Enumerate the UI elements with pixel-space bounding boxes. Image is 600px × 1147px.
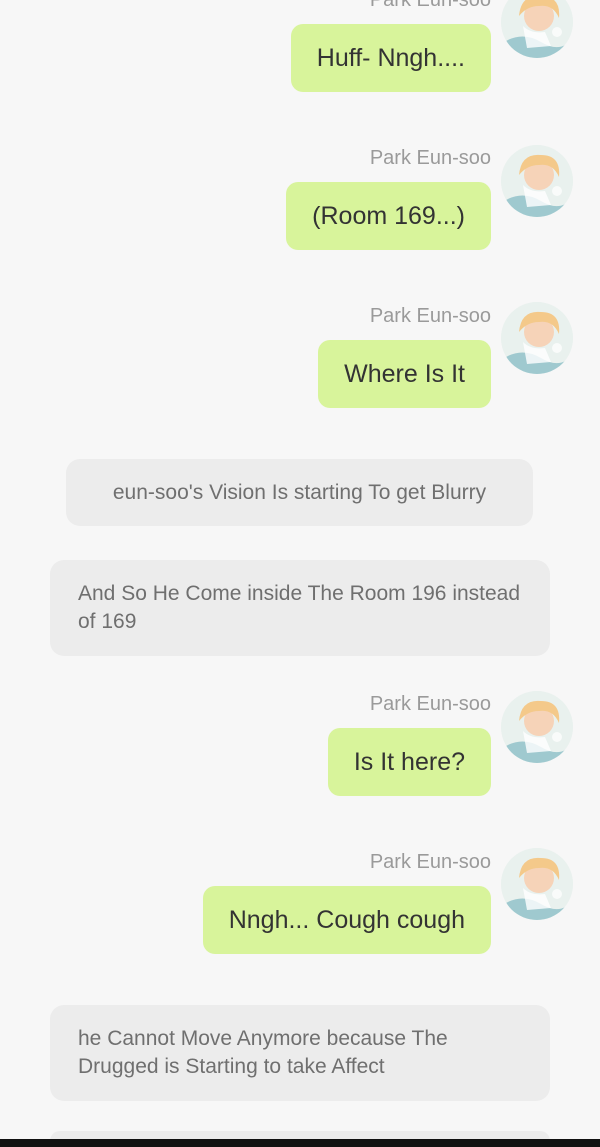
character-portrait-icon	[501, 848, 573, 920]
avatar[interactable]	[501, 848, 573, 920]
avatar[interactable]	[501, 691, 573, 763]
sender-name: Park Eun-soo	[369, 305, 491, 327]
sender-name: Park Eun-soo	[369, 0, 491, 11]
sender-name: Park Eun-soo	[369, 693, 491, 715]
sender-name: Park Eun-soo	[369, 851, 491, 873]
avatar[interactable]	[501, 0, 573, 58]
character-portrait-icon	[501, 302, 573, 374]
sender-name: Park Eun-soo	[369, 147, 491, 169]
character-portrait-icon	[501, 691, 573, 763]
character-portrait-icon	[501, 0, 573, 58]
screen-bottom-edge	[0, 1139, 600, 1147]
avatar[interactable]	[501, 145, 573, 217]
narration-box: And So He Come inside The Room 196 inste…	[50, 560, 550, 656]
narration-box: eun-soo's Vision Is starting To get Blur…	[66, 459, 533, 526]
message-bubble[interactable]: Is It here?	[327, 728, 491, 796]
character-portrait-icon	[501, 145, 573, 217]
chat-feed[interactable]: Park Eun-soo Huff- Nngh.... Park Eun-soo…	[0, 0, 600, 1147]
message-bubble[interactable]: Huff- Nngh....	[290, 24, 491, 92]
message-bubble[interactable]: Nngh... Cough cough	[202, 886, 491, 954]
avatar[interactable]	[501, 302, 573, 374]
message-bubble[interactable]: Where Is It	[318, 340, 491, 408]
narration-box: he Cannot Move Anymore because The Drugg…	[50, 1005, 550, 1101]
message-bubble[interactable]: (Room 169...)	[286, 182, 491, 250]
